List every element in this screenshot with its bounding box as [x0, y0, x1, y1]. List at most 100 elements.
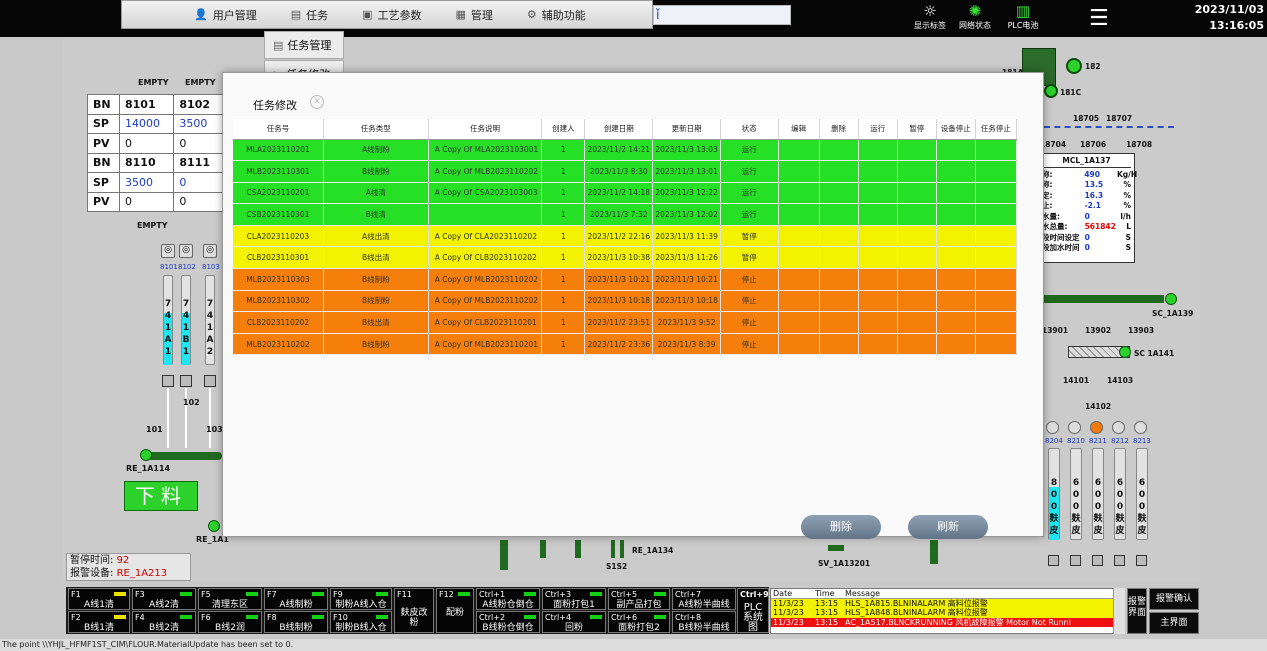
menu-item-0[interactable]: 👤 用户管理: [194, 7, 257, 23]
table-cell[interactable]: [897, 139, 937, 162]
table-cell[interactable]: [897, 160, 937, 183]
table-cell[interactable]: [897, 225, 937, 248]
table-cell[interactable]: [819, 182, 859, 205]
fkey-button[interactable]: F10 制粉B线入仓: [330, 611, 392, 633]
table-cell[interactable]: [858, 268, 898, 291]
table-cell[interactable]: [778, 268, 820, 291]
table-row[interactable]: MLB2023110302 B线制粉 A Copy Of MLB2023110202…: [233, 290, 1018, 313]
close-icon[interactable]: ✕: [310, 95, 324, 109]
message-scrollbar[interactable]: [1113, 588, 1125, 634]
table-cell[interactable]: [778, 311, 820, 334]
alarm-page-button[interactable]: 报警界面: [1127, 588, 1147, 634]
message-row[interactable]: 11/3/23 13:15 HLS_1A848.BLNINALARM 高料位报警: [771, 608, 1124, 618]
table-cell[interactable]: [819, 139, 859, 162]
table-cell[interactable]: [778, 333, 820, 356]
fkey-button[interactable]: F5 清理东区: [198, 588, 262, 610]
fkey-button[interactable]: Ctrl+1 A线粉仓倒仓: [476, 588, 540, 610]
table-cell[interactable]: [819, 268, 859, 291]
table-cell[interactable]: [819, 246, 859, 270]
table-cell[interactable]: [936, 139, 976, 162]
table-cell[interactable]: [975, 311, 1018, 334]
table-cell[interactable]: [778, 139, 820, 162]
menu-item-2[interactable]: ▣ 工艺参数: [362, 7, 421, 23]
table-row[interactable]: CSB2023110301 B线清 1 2023/11/3 7:32 2023/11/3…: [233, 203, 1018, 226]
message-row[interactable]: 11/3/23 13:15 HLS_1A815.BLNINALARM 高料位报警: [771, 598, 1124, 608]
table-cell[interactable]: [858, 311, 898, 334]
table-row[interactable]: MLA2023110201 A线制粉 A Copy Of MLA2023103001…: [233, 139, 1018, 162]
alarm-confirm-button[interactable]: 报警确认: [1149, 588, 1199, 610]
table-cell[interactable]: [858, 160, 898, 183]
table-cell[interactable]: [778, 246, 820, 270]
column-header[interactable]: 创建日期: [584, 119, 654, 140]
table-cell[interactable]: [936, 182, 976, 205]
table-cell[interactable]: [936, 333, 976, 356]
delete-button[interactable]: 删除: [801, 515, 881, 539]
column-header[interactable]: 更新日期: [652, 119, 722, 140]
table-cell[interactable]: [936, 290, 976, 313]
table-cell[interactable]: [858, 203, 898, 226]
table-cell[interactable]: [936, 225, 976, 248]
fkey-button[interactable]: Ctrl+4 回粉: [542, 611, 606, 633]
fkey-button[interactable]: F12 配粉: [436, 588, 474, 633]
table-cell[interactable]: [778, 203, 820, 226]
table-cell[interactable]: [975, 203, 1018, 226]
message-header-cell[interactable]: Message: [843, 589, 1113, 598]
menu-item-4[interactable]: ⚙ 辅助功能: [527, 7, 586, 23]
fkey-button[interactable]: Ctrl+5 副产品打包: [608, 588, 670, 610]
refresh-button[interactable]: 刷新: [908, 515, 988, 539]
message-row[interactable]: 11/3/23 13:15 AC_1A517.BLNCKRUNNING 风机故障报警…: [771, 617, 1124, 627]
table-cell[interactable]: [936, 203, 976, 226]
column-header[interactable]: 编辑: [778, 119, 820, 140]
plc-battery-status[interactable]: ▥ PLC电池: [1003, 2, 1043, 31]
table-cell[interactable]: [858, 182, 898, 205]
fkey-button[interactable]: Ctrl+3 面粉打包1: [542, 588, 606, 610]
table-cell[interactable]: [975, 182, 1018, 205]
column-header[interactable]: 任务类型: [323, 119, 429, 140]
table-cell[interactable]: [975, 268, 1018, 291]
unload-button[interactable]: 下料: [124, 481, 198, 511]
fkey-button[interactable]: F2 B线1清: [68, 611, 130, 633]
menu-item-1[interactable]: ▤ 任务: [291, 7, 328, 23]
column-header[interactable]: 设备停止: [936, 119, 976, 140]
hamburger-menu-icon[interactable]: ☰: [1089, 6, 1109, 31]
table-row[interactable]: MLB2023110301 B线制粉 A Copy Of MLB2023110202…: [233, 160, 1018, 183]
fkey-button[interactable]: Ctrl+2 B线粉仓倒仓: [476, 611, 540, 633]
table-row[interactable]: MLB2023110202 B线制粉 A Copy Of MLB2023110201…: [233, 333, 1018, 356]
fkey-button[interactable]: F11 麸皮改粉: [394, 588, 434, 633]
table-row[interactable]: CLB2023110301 B线出清 A Copy Of CLB2023110202…: [233, 246, 1018, 270]
column-header[interactable]: 状态: [720, 119, 779, 140]
fkey-button[interactable]: F7 A线制粉: [264, 588, 328, 610]
fkey-button[interactable]: Ctrl+6 面粉打包2: [608, 611, 670, 633]
message-header-cell[interactable]: Date: [771, 589, 813, 598]
column-header[interactable]: 任务停止: [975, 119, 1018, 140]
message-header-cell[interactable]: Time: [813, 589, 843, 598]
column-header[interactable]: 运行: [858, 119, 898, 140]
table-cell[interactable]: [975, 290, 1018, 313]
table-cell[interactable]: [936, 268, 976, 291]
table-cell[interactable]: [819, 225, 859, 248]
menu-item-3[interactable]: ▦ 管理: [456, 7, 493, 23]
table-cell[interactable]: [778, 225, 820, 248]
table-cell[interactable]: [897, 268, 937, 291]
fkey-button[interactable]: F8 B线制粉: [264, 611, 328, 633]
table-cell[interactable]: [975, 139, 1018, 162]
display-tag-status[interactable]: ☼ 显示标签: [912, 2, 948, 31]
table-cell[interactable]: [778, 290, 820, 313]
fkey-button[interactable]: F4 B线2清: [132, 611, 196, 633]
fkey-button[interactable]: F3 A线2清: [132, 588, 196, 610]
table-cell[interactable]: [936, 311, 976, 334]
table-cell[interactable]: [778, 182, 820, 205]
table-cell[interactable]: [936, 246, 976, 270]
fkey-button[interactable]: Ctrl+9 PLC系统图: [737, 588, 769, 633]
table-cell[interactable]: [858, 333, 898, 356]
fkey-button[interactable]: Ctrl+8 B线粉半曲线: [672, 611, 736, 633]
table-cell[interactable]: [819, 333, 859, 356]
table-cell[interactable]: [897, 290, 937, 313]
table-cell[interactable]: [936, 160, 976, 183]
submenu-task-manage[interactable]: ▤ 任务管理: [264, 31, 344, 59]
column-header[interactable]: 任务说明: [428, 119, 543, 140]
table-row[interactable]: CLA2023110203 A线出清 A Copy Of CLA2023110202…: [233, 225, 1018, 248]
column-header[interactable]: 删除: [819, 119, 859, 140]
fkey-button[interactable]: F6 B线2润: [198, 611, 262, 633]
top-field[interactable]: ǐ: [653, 5, 791, 25]
